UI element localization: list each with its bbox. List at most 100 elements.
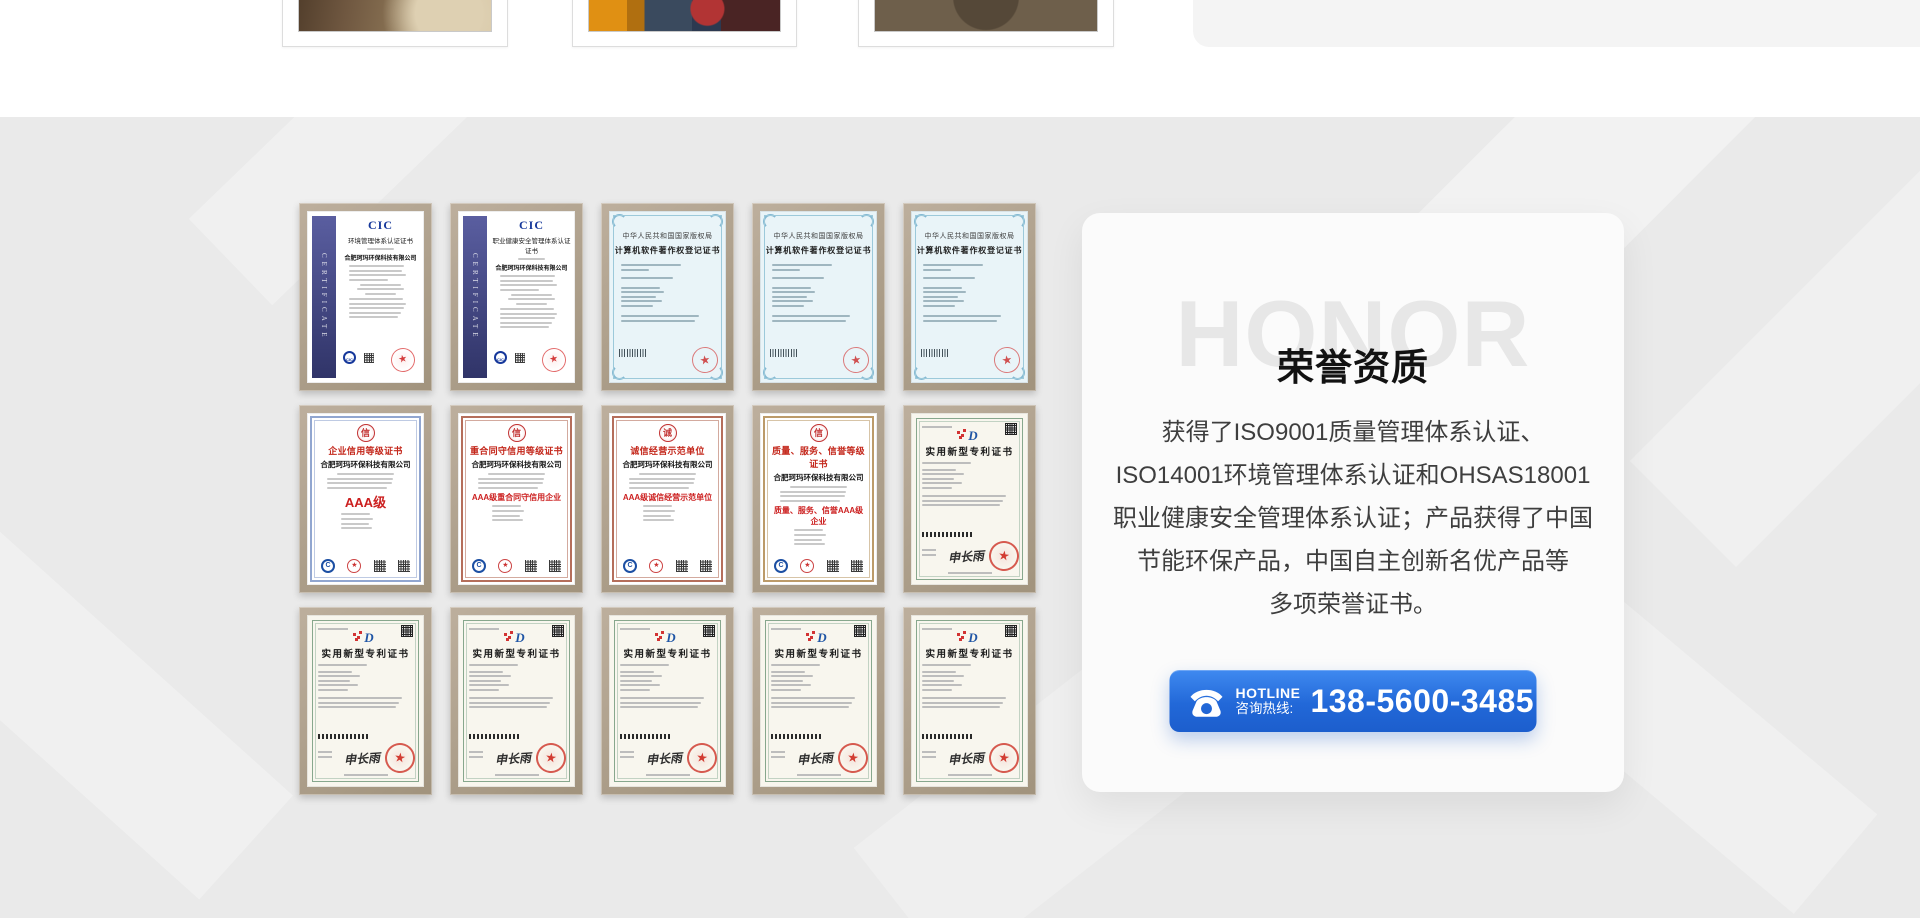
text-lines-placeholder [349,298,412,318]
qr-code [364,353,374,363]
qr-code [525,560,537,572]
qr-code [398,560,410,572]
text-lines-placeholder [349,248,412,250]
certificate-credit: 信 重合同守信用等级证书 合肥珂玛环保科技有限公司 AAA级重合同守信用企业 C… [450,405,583,593]
gallery-card[interactable] [282,0,508,47]
text-lines-placeholder [478,478,555,489]
issuing-authority: 中华人民共和国国家版权局 [760,231,877,241]
text-lines-placeholder [621,287,714,307]
text-lines-placeholder [780,491,857,502]
credit-badge-icon: C [472,559,486,573]
text-lines-placeholder [478,505,555,521]
credit-badge-icon: C [623,559,637,573]
company-name: 合肥珂玛环保科技有限公司 [341,253,420,262]
text-lines-placeholder [771,671,866,691]
star-seal-icon: ★ [800,559,814,573]
grade-text: AAA级诚信经营示范单位 [619,492,716,503]
text-lines-placeholder [922,697,1017,708]
text-lines-placeholder [922,495,1017,506]
qr-code [700,560,712,572]
hotline-label-en: HOTLINE [1236,685,1301,701]
issuing-authority: 中华人民共和国国家版权局 [911,231,1028,241]
concrete-pit-photo [874,0,1098,32]
certificate-title: 实用新型专利证书 [609,646,726,660]
certificate-patent: D 实用新型专利证书 申长雨 ★ [601,607,734,795]
company-name: 合肥珂玛环保科技有限公司 [770,472,867,483]
certificate-copyright: 中华人民共和国国家版权局 计算机软件著作权登记证书 ★ [903,203,1036,391]
qr-code [549,560,561,572]
certificates-grid: CERTIFICATE CIC 环境管理体系认证证书 合肥珂玛环保科技有限公司 … [299,203,1036,795]
certificate-title: 计算机软件著作权登记证书 [609,245,726,256]
certificate-title: 重合同守信用等级证书 [468,444,565,457]
red-seal-icon: ★ [540,346,568,374]
certificate-title: 职业健康安全管理体系认证证书 [492,235,571,255]
certificate-credit: 诚 诚信经营示范单位 合肥珂玛环保科技有限公司 AAA级诚信经营示范单位 C ★ [601,405,734,593]
text-lines-placeholder [621,277,714,279]
cic-logo: CIC [492,218,571,233]
emblem-icon: 诚 [659,424,677,442]
certificate-cic: CERTIFICATE CIC 环境管理体系认证证书 合肥珂玛环保科技有限公司 … [299,203,432,391]
certificate-title: 实用新型专利证书 [307,646,424,660]
star-seal-icon: ★ [649,559,663,573]
certificate-title: 实用新型专利证书 [760,646,877,660]
cnipa-logo: D [911,629,1028,647]
text-lines-placeholder [922,664,1017,666]
text-lines-placeholder [469,664,564,666]
text-lines-placeholder [923,264,1016,271]
qr-code [827,560,839,572]
text-lines-placeholder [327,478,404,489]
barcode [922,532,974,537]
certificate-side-band: CERTIFICATE [312,216,336,378]
page: CERTIFICATE CIC 环境管理体系认证证书 合肥珂玛环保科技有限公司 … [0,0,1920,918]
cnipa-logo: D [458,629,575,647]
company-name: 合肥珂玛环保科技有限公司 [492,263,571,272]
text-lines-placeholder [772,277,865,279]
text-lines-placeholder [476,473,557,475]
emblem-icon: 信 [508,424,526,442]
certificate-copyright: 中华人民共和国国家版权局 计算机软件著作权登记证书 ★ [601,203,734,391]
background-decoration [1630,157,1920,567]
barcode [318,734,370,739]
certificate-side-band: CERTIFICATE [463,216,487,378]
certificate-patent: D 实用新型专利证书 申长雨 ★ [752,607,885,795]
text-lines-placeholder [500,275,563,291]
text-lines-placeholder [923,277,1016,279]
honor-description: 获得了ISO9001质量管理体系认证、 ISO14001环境管理体系认证和OHS… [1100,411,1606,626]
certificate-credit: 信 企业信用等级证书 合肥珂玛环保科技有限公司 AAA级 C ★ [299,405,432,593]
text-lines-placeholder [620,664,715,666]
barcode [921,349,949,357]
qr-code [515,353,525,363]
certificate-credit: 信 质量、服务、信誉等级证书 合肥珂玛环保科技有限公司 质量、服务、信誉AAA级… [752,405,885,593]
certificate-title: 诚信经营示范单位 [619,444,716,457]
text-lines-placeholder [500,294,563,305]
barcode [469,734,521,739]
cnipa-logo: D [911,427,1028,445]
gallery-card[interactable] [572,0,797,47]
barcode [770,349,798,357]
cic-badge-icon: CIC [494,351,507,364]
text-lines-placeholder [620,697,715,708]
cnipa-logo: D [609,629,726,647]
certificate-patent: D 实用新型专利证书 申长雨 ★ [450,607,583,795]
crane-truck-photo [588,0,781,32]
text-lines-placeholder [318,671,413,691]
text-lines-placeholder [500,258,563,260]
certificate-copyright: 中华人民共和国国家版权局 计算机软件著作权登记证书 ★ [752,203,885,391]
company-name: 合肥珂玛环保科技有限公司 [468,459,565,470]
qr-code [676,560,688,572]
certificate-title: 企业信用等级证书 [317,444,414,457]
barcode [771,734,823,739]
gallery-card[interactable] [858,0,1114,47]
text-lines-placeholder [780,529,857,545]
hotline-number: 138-5600-3485 [1310,683,1534,720]
grade-text: AAA级重合同守信用企业 [468,492,565,503]
star-seal-icon: ★ [498,559,512,573]
qr-code [374,560,386,572]
barcode [619,349,647,357]
text-lines-placeholder [621,264,714,271]
hotline-button[interactable]: HOTLINE 咨询热线: 138-5600-3485 [1170,670,1537,732]
emblem-icon: 信 [357,424,375,442]
certificate-patent: D 实用新型专利证书 申长雨 ★ [299,607,432,795]
text-lines-placeholder [922,469,1017,489]
text-lines-placeholder [349,265,412,281]
